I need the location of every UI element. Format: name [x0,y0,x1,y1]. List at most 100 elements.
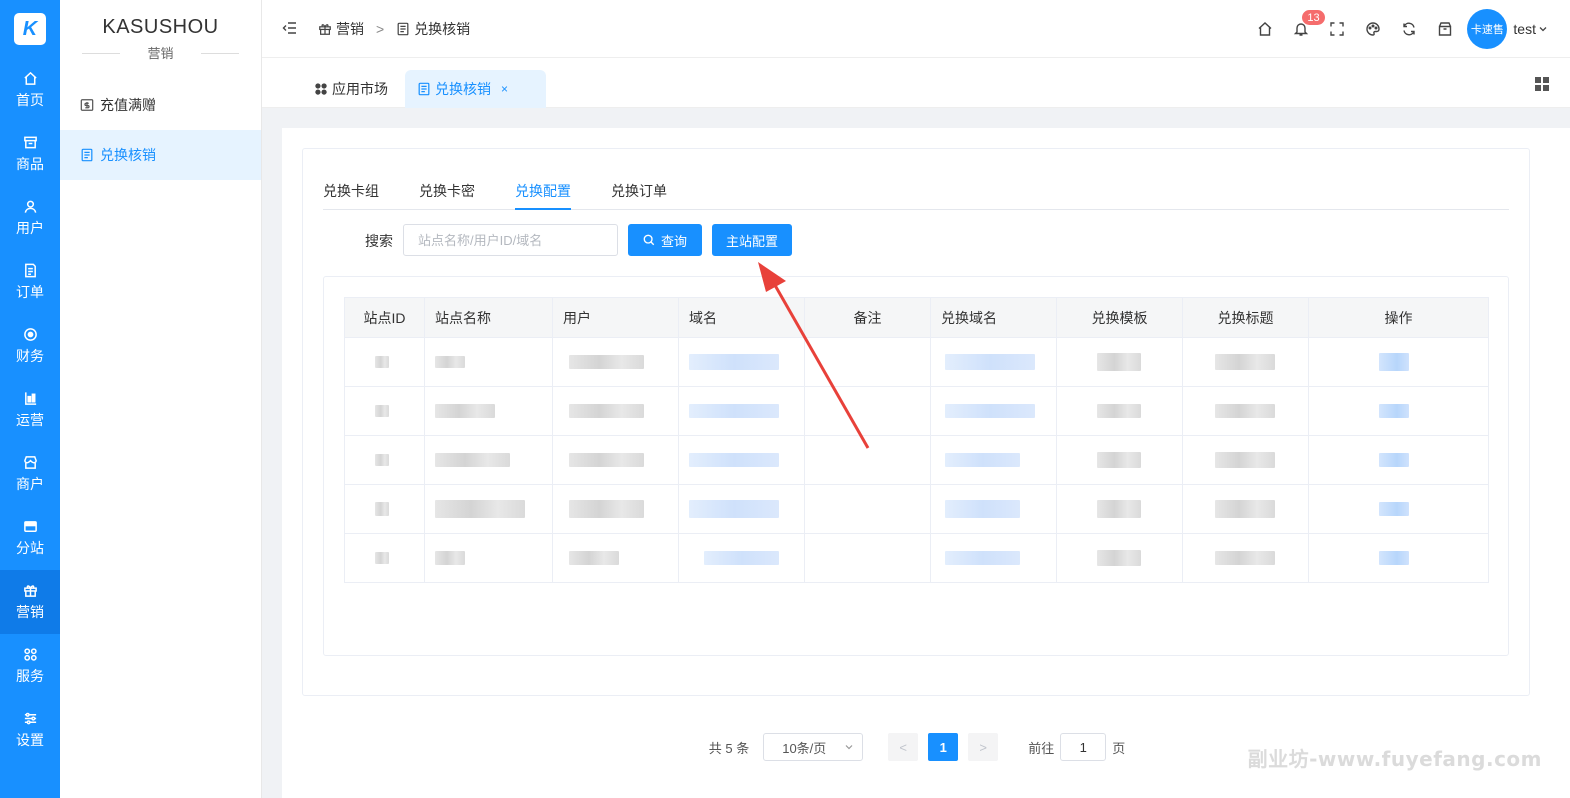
store-icon[interactable] [1427,11,1463,47]
table-cell [1056,386,1183,436]
sub-menu: KASUSHOU 营销 充值满赠 兑换核销 [60,0,262,798]
order-icon [22,262,38,278]
query-button-label: 查询 [660,233,687,249]
redacted-value [569,453,644,467]
table-cell[interactable] [1308,484,1489,534]
rail-item-home[interactable]: 首页 [0,58,60,122]
rail-item-marketing[interactable]: 营销 [0,570,60,634]
rail-item-services[interactable]: 服务 [0,634,60,698]
redacted-value [1097,404,1141,418]
rail-item-orders[interactable]: 订单 [0,250,60,314]
home-icon[interactable] [1247,11,1283,47]
breadcrumb-item: 兑换核销 [414,21,471,37]
redacted-value [1097,550,1141,566]
column-header: 兑换模板 [1056,297,1183,338]
redacted-value [435,500,525,518]
table-cell [1056,484,1183,534]
table-cell [552,337,679,387]
submenu-label: 充值满赠 [100,97,156,113]
table-cell [1182,337,1309,387]
rail-item-products[interactable]: 商品 [0,122,60,186]
submenu-item-redeem[interactable]: 兑换核销 [60,130,261,180]
redacted-value [1215,404,1275,418]
rail-label: 营销 [16,604,44,620]
tab-redeem-config[interactable]: 兑换配置 [515,181,571,210]
table-row [344,386,1489,436]
table-header-row: 站点ID 站点名称 用户 域名 备注 兑换域名 兑换模板 兑换标题 操作 [344,297,1489,338]
main-site-config-button[interactable]: 主站配置 [712,224,792,256]
table-cell [678,386,805,436]
redeem-config-card: 兑换卡组 兑换卡密 兑换配置 兑换订单 搜索 查询 主站配置 站点ID 站点名称 [302,148,1530,761]
rail-item-merchants[interactable]: 商户 [0,442,60,506]
settings-icon [22,710,38,726]
redacted-value [1215,500,1275,518]
goto-page-input[interactable]: 1 [1060,733,1107,761]
table-row [344,435,1489,485]
goto-label: 前往 [1028,740,1055,756]
page-size-select[interactable]: 10条/页 [763,733,864,761]
table-cell [552,435,679,485]
table-cell [804,386,931,436]
table-cell[interactable] [1308,386,1489,436]
top-header: 营销 > 兑换核销 13 卡速售 test [262,0,1570,58]
user-menu[interactable]: test [1513,21,1548,37]
table-cell[interactable] [1308,533,1489,583]
table-cell [424,484,553,534]
gift-icon [22,582,38,598]
next-page-button[interactable]: > [968,733,999,761]
app-name: KASUSHOU [102,16,219,38]
tab-redeem-orders[interactable]: 兑换订单 [611,181,667,210]
prev-page-button[interactable]: < [888,733,919,761]
home-icon [22,70,38,86]
goto-unit: 页 [1112,740,1126,756]
tab-redeem-card-code[interactable]: 兑换卡密 [419,181,475,210]
rail-item-settings[interactable]: 设置 [0,698,60,762]
close-icon[interactable]: × [501,82,508,96]
collapse-menu-icon[interactable] [282,20,298,36]
page-tab-redeem[interactable]: 兑换核销 × [405,70,546,108]
table-cell [804,435,931,485]
redacted-value [569,355,644,369]
page-tab-app-market[interactable]: 应用市场 [302,70,400,108]
rail-label: 商户 [16,476,44,492]
app-logo[interactable]: K [0,0,60,58]
redacted-value [435,551,465,565]
breadcrumb-item[interactable]: 营销 [336,19,364,39]
rail-item-operations[interactable]: 运营 [0,378,60,442]
submenu-item-recharge[interactable]: 充值满赠 [60,80,261,130]
table-cell[interactable] [1308,337,1489,387]
avatar[interactable]: 卡速售 [1467,9,1508,49]
grid-menu-icon[interactable] [1534,76,1550,92]
refresh-icon[interactable] [1391,11,1427,47]
fullscreen-icon[interactable] [1319,11,1355,47]
table-cell [344,484,425,534]
redacted-value [435,356,465,368]
user-icon [22,198,38,214]
palette-icon[interactable] [1355,11,1391,47]
table-cell [930,484,1057,534]
redacted-value [1215,551,1275,565]
query-button[interactable]: 查询 [628,224,702,256]
breadcrumb: 营销 > 兑换核销 [318,19,470,39]
table-cell [424,386,553,436]
page-number-button[interactable]: 1 [928,733,959,761]
table-cell [804,533,931,583]
tab-redeem-card-group[interactable]: 兑换卡组 [323,181,379,210]
main-content: 兑换卡组 兑换卡密 兑换配置 兑换订单 搜索 查询 主站配置 站点ID 站点名称 [282,128,1570,798]
redacted-value [945,500,1020,518]
table-cell [552,533,679,583]
section-name: 营销 [60,43,261,62]
search-input[interactable] [403,224,618,256]
notification-bell-icon[interactable]: 13 [1283,9,1326,47]
rail-item-finance[interactable]: 财务 [0,314,60,378]
inner-tabs: 兑换卡组 兑换卡密 兑换配置 兑换订单 [323,173,1509,210]
rail-item-substations[interactable]: 分站 [0,506,60,570]
submenu-label: 兑换核销 [100,147,156,163]
header-actions: 13 卡速售 test [1247,0,1570,58]
table-cell[interactable] [1308,435,1489,485]
rail-label: 用户 [16,220,44,236]
substation-icon [22,518,38,534]
page-size-value: 10条/页 [782,740,827,756]
rail-item-users[interactable]: 用户 [0,186,60,250]
gift-icon [318,22,332,36]
